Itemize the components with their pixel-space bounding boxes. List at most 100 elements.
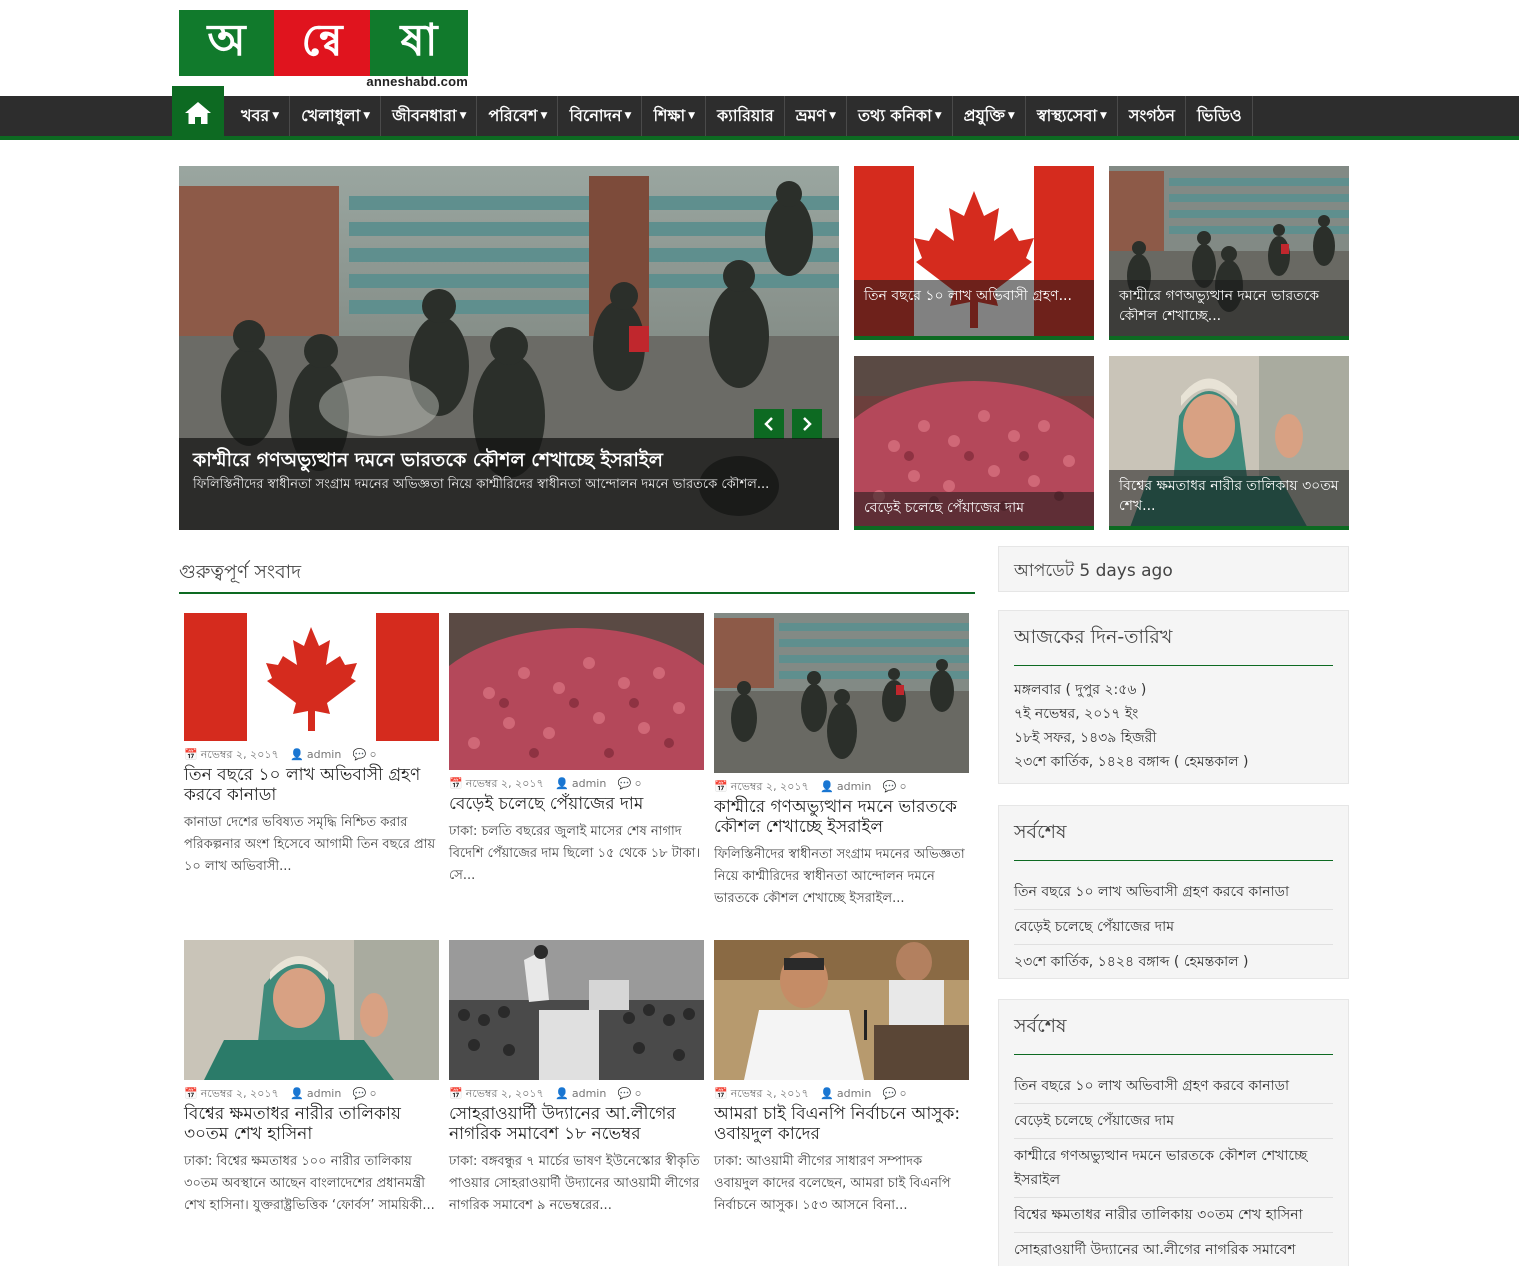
post-comments[interactable]: ০	[370, 748, 377, 761]
press-image	[714, 940, 969, 1080]
nav-item[interactable]: তথ্য কনিকা ▼	[847, 96, 953, 136]
update-widget: আপডেট 5 days ago	[998, 546, 1349, 592]
post-comments[interactable]: ০	[900, 780, 907, 793]
nav-item[interactable]: স্বাস্থ্যসেবা ▼	[1026, 96, 1118, 136]
nav-item-label: সংগঠন	[1128, 105, 1175, 125]
slider-next-button[interactable]	[792, 409, 822, 439]
latest-link[interactable]: তিন বছরে ১০ লাখ অভিবাসী গ্রহণ করবে কানাড…	[1014, 1069, 1333, 1104]
latest-link[interactable]: বেড়েই চলেছে পেঁয়াজের দাম	[1014, 1104, 1333, 1139]
home-button[interactable]	[172, 86, 224, 140]
post-author[interactable]: admin	[307, 748, 341, 761]
calendar-icon: 📅	[714, 780, 728, 793]
site-logo[interactable]: অ ন্বে ষা anneshabd.com	[179, 10, 468, 90]
slider-title[interactable]: কাশ্মীরে গণঅভ্যুত্থান দমনে ভারতকে কৌশল শ…	[193, 448, 825, 472]
nav-item[interactable]: প্রযুক্তি ▼	[953, 96, 1026, 136]
card-image[interactable]	[714, 940, 969, 1080]
nav-item[interactable]: ভিডিও	[1186, 96, 1253, 136]
card-image[interactable]	[449, 940, 704, 1080]
date-line-bangla: ২৩শে কার্তিক, ১৪২৪ বঙ্গাব্দ ( হেমন্তকাল …	[1014, 754, 1249, 770]
card-image[interactable]	[714, 613, 969, 773]
featured-tile-2[interactable]: কাশ্মীরে গণঅভ্যুত্থান দমনে ভারতকে কৌশল শ…	[1109, 166, 1349, 340]
nav-item[interactable]: বিনোদন ▼	[558, 96, 643, 136]
nav-item-label: বিনোদন	[569, 105, 622, 125]
user-icon: 👤	[555, 777, 569, 790]
post-comments[interactable]: ০	[370, 1087, 377, 1100]
nav-item-label: ভ্রমণ	[795, 105, 827, 125]
chevron-left-icon	[764, 417, 773, 431]
caret-down-icon: ▼	[363, 111, 371, 121]
calendar-icon: 📅	[184, 1087, 198, 1100]
nav-item-label: খেলাধুলা	[301, 105, 361, 125]
news-card[interactable]: 📅 নভেম্বর ২, ২০১৭ 👤 admin 💬 ০ বিশ্বের ক্ষমত…	[184, 940, 439, 1217]
news-card[interactable]: 📅 নভেম্বর ২, ২০১৭ 👤 admin 💬 ০ বেড়েই চলেছে …	[449, 613, 704, 887]
post-meta: 📅 নভেম্বর ২, ২০১৭ 👤 admin 💬 ০	[449, 775, 704, 791]
latest-link[interactable]: সোহরাওয়ার্দী উদ্যানের আ.লীগের নাগরিক সম…	[1014, 1233, 1333, 1266]
latest-link[interactable]: তিন বছরে ১০ লাখ অভিবাসী গ্রহণ করবে কানাড…	[1014, 875, 1333, 910]
nav-item-label: জীবনধারা	[392, 105, 457, 125]
update-text: আপডেট 5 days ago	[1014, 561, 1173, 581]
latest-link[interactable]: কাশ্মীরে গণঅভ্যুত্থান দমনে ভারতকে কৌশল শ…	[1014, 1139, 1333, 1198]
latest-link[interactable]: ২৩শে কার্তিক, ১৪২৪ বঙ্গাব্দ ( হেমন্তকাল …	[1014, 945, 1333, 979]
news-card[interactable]: 📅 নভেম্বর ২, ২০১৭ 👤 admin 💬 ০ আমরা চাই বিএন…	[714, 940, 969, 1217]
post-comments[interactable]: ০	[900, 1087, 907, 1100]
card-image[interactable]	[184, 613, 439, 741]
latest-link[interactable]: বিশ্বের ক্ষমতাধর নারীর তালিকায় ৩০তম শেখ…	[1014, 1198, 1333, 1233]
featured-caption: তিন বছরে ১০ লাখ অভিবাসী গ্রহণ...	[854, 280, 1094, 336]
slider-prev-button[interactable]	[754, 409, 784, 439]
rally-image	[449, 940, 704, 1080]
featured-tile-3[interactable]: বেড়েই চলেছে পেঁয়াজের দাম	[854, 356, 1094, 530]
main-navigation: খবর ▼ খেলাধুলা ▼ জীবনধারা ▼ পরিবেশ ▼ বিনোদন ▼ শিক্…	[0, 86, 1519, 140]
post-excerpt: ঢাকা: বিশ্বের ক্ষমতাধর ১০০ নারীর তালিকায…	[184, 1154, 435, 1213]
post-author[interactable]: admin	[572, 1087, 606, 1100]
portrait-image	[184, 940, 439, 1080]
onion-image	[449, 613, 704, 770]
nav-item[interactable]: জীবনধারা ▼	[381, 96, 478, 136]
post-comments[interactable]: ০	[635, 1087, 642, 1100]
logo-domain: anneshabd.com	[366, 74, 468, 89]
post-meta: 📅 নভেম্বর ২, ২০১৭ 👤 admin 💬 ০	[714, 778, 969, 794]
featured-tile-1[interactable]: তিন বছরে ১০ লাখ অভিবাসী গ্রহণ...	[854, 166, 1094, 340]
post-title[interactable]: বেড়েই চলেছে পেঁয়াজের দাম	[449, 794, 704, 814]
nav-item[interactable]: খবর ▼	[230, 96, 291, 136]
nav-item-label: স্বাস্থ্যসেবা	[1036, 105, 1097, 125]
user-icon: 👤	[820, 1087, 834, 1100]
nav-item[interactable]: শিক্ষা ▼	[642, 96, 707, 136]
logo-syllable-2: ন্বে	[274, 10, 370, 76]
caret-down-icon: ▼	[624, 111, 632, 121]
post-meta: 📅 নভেম্বর ২, ২০১৭ 👤 admin 💬 ০	[449, 1085, 704, 1101]
post-title[interactable]: বিশ্বের ক্ষমতাধর নারীর তালিকায় ৩০তম শেখ…	[184, 1104, 439, 1144]
post-title[interactable]: আমরা চাই বিএনপি নির্বাচনে আসুক: ওবায়দুল…	[714, 1104, 969, 1144]
post-author[interactable]: admin	[837, 1087, 871, 1100]
main-slider[interactable]: কাশ্মীরে গণঅভ্যুত্থান দমনে ভারতকে কৌশল শ…	[179, 166, 839, 530]
post-title[interactable]: কাশ্মীরে গণঅভ্যুত্থান দমনে ভারতকে কৌশল শ…	[714, 797, 969, 837]
card-image[interactable]	[184, 940, 439, 1080]
post-title[interactable]: সোহরাওয়ার্দী উদ্যানের আ.লীগের নাগরিক সম…	[449, 1104, 704, 1144]
nav-item[interactable]: সংগঠন	[1118, 96, 1186, 136]
post-comments[interactable]: ০	[635, 777, 642, 790]
nav-item-label: তথ্য কনিকা	[857, 105, 932, 125]
post-excerpt: কানাডা দেশের ভবিষ্যত সমৃদ্ধি নিশ্চিত করা…	[184, 815, 436, 874]
latest-link[interactable]: বেড়েই চলেছে পেঁয়াজের দাম	[1014, 910, 1333, 945]
card-image[interactable]	[449, 613, 704, 770]
calendar-icon: 📅	[449, 1087, 463, 1100]
logo-syllable-3: ষা	[370, 10, 468, 76]
date-line-gregorian: ৭ই নভেম্বর, ২০১৭ ইং	[1014, 706, 1139, 722]
post-title[interactable]: তিন বছরে ১০ লাখ অভিবাসী গ্রহণ করবে কানাড…	[184, 765, 439, 805]
user-icon: 👤	[555, 1087, 569, 1100]
caret-down-icon: ▼	[1007, 111, 1015, 121]
nav-item[interactable]: খেলাধুলা ▼	[290, 96, 382, 136]
post-author[interactable]: admin	[572, 777, 606, 790]
nav-item[interactable]: পরিবেশ ▼	[477, 96, 559, 136]
caret-down-icon: ▼	[688, 111, 696, 121]
post-author[interactable]: admin	[307, 1087, 341, 1100]
nav-item[interactable]: ক্যারিয়ার	[706, 96, 785, 136]
comment-icon: 💬	[352, 748, 367, 761]
comment-icon: 💬	[352, 1087, 367, 1100]
date-widget: আজকের দিন-তারিখ মঙ্গলবার ( দুপুর ২:৫৬ ) …	[998, 610, 1349, 784]
featured-tile-4[interactable]: বিশ্বের ক্ষমতাধর নারীর তালিকায় ৩০তম শেখ…	[1109, 356, 1349, 530]
nav-item[interactable]: ভ্রমণ ▼	[785, 96, 847, 136]
news-card[interactable]: 📅 নভেম্বর ২, ২০১৭ 👤 admin 💬 ০ সোহরাওয়ার্দী…	[449, 940, 704, 1217]
news-card[interactable]: 📅 নভেম্বর ২, ২০১৭ 👤 admin 💬 ০ তিন বছরে ১০ ল…	[184, 613, 439, 878]
post-author[interactable]: admin	[837, 780, 871, 793]
news-card[interactable]: 📅 নভেম্বর ২, ২০১৭ 👤 admin 💬 ০ কাশ্মীরে গণঅভ…	[714, 613, 969, 940]
